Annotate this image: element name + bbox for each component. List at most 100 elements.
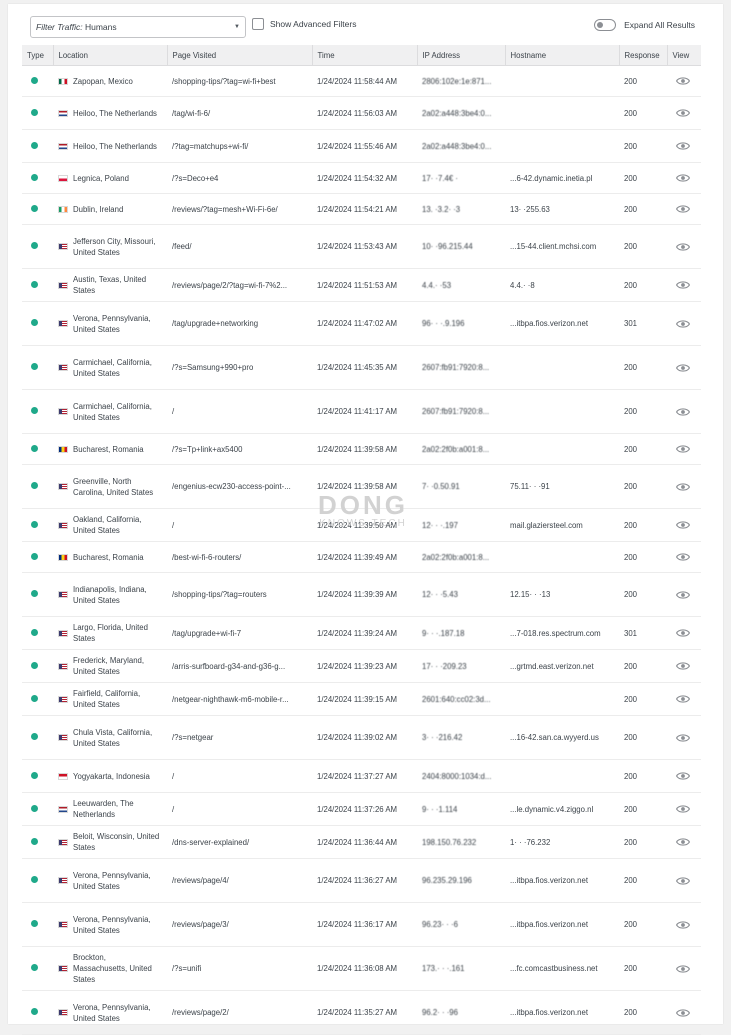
view-cell[interactable] — [667, 902, 701, 947]
eye-icon[interactable] — [676, 482, 690, 492]
traffic-filter-select[interactable]: Filter Traffic: Humans ▼ — [30, 16, 246, 38]
view-cell[interactable] — [667, 946, 701, 991]
page-cell[interactable]: / — [167, 759, 312, 793]
eye-icon[interactable] — [676, 108, 690, 118]
eye-icon[interactable] — [676, 837, 690, 847]
eye-icon[interactable] — [676, 628, 690, 638]
view-cell[interactable] — [667, 541, 701, 573]
eye-icon[interactable] — [676, 319, 690, 329]
view-cell[interactable] — [667, 268, 701, 302]
eye-icon[interactable] — [676, 1008, 690, 1018]
view-cell[interactable] — [667, 759, 701, 793]
page-cell[interactable]: /tag/upgrade+wi-fi-7 — [167, 616, 312, 650]
view-cell[interactable] — [667, 301, 701, 346]
page-cell[interactable]: /?s=netgear — [167, 715, 312, 760]
eye-icon[interactable] — [676, 444, 690, 454]
eye-icon[interactable] — [676, 661, 690, 671]
page-cell[interactable]: /engenius-ecw230-access-point-... — [167, 464, 312, 509]
page-cell[interactable]: /reviews/?tag=mesh+Wi-Fi-6e/ — [167, 193, 312, 225]
view-cell[interactable] — [667, 616, 701, 650]
eye-icon[interactable] — [676, 173, 690, 183]
page-cell[interactable]: /netgear-nighthawk-m6-mobile-r... — [167, 682, 312, 716]
eye-icon[interactable] — [676, 76, 690, 86]
eye-icon[interactable] — [676, 242, 690, 252]
page-cell[interactable]: /best-wi-fi-6-routers/ — [167, 541, 312, 573]
eye-icon[interactable] — [676, 964, 690, 974]
eye-icon[interactable] — [676, 407, 690, 417]
eye-icon[interactable] — [676, 733, 690, 743]
status-dot-icon — [31, 920, 38, 927]
view-cell[interactable] — [667, 464, 701, 509]
page-cell[interactable]: /reviews/page/4/ — [167, 858, 312, 903]
traffic-filter-value: Humans — [84, 22, 117, 32]
type-cell — [22, 389, 53, 434]
eye-icon[interactable] — [676, 204, 690, 214]
table-row: Leeuwarden, The Netherlands /1/24/2024 11… — [22, 792, 701, 826]
page-cell[interactable]: /arris-surfboard-g34-and-g36-g... — [167, 649, 312, 683]
view-cell[interactable] — [667, 193, 701, 225]
view-cell[interactable] — [667, 389, 701, 434]
page-cell[interactable]: / — [167, 508, 312, 542]
view-cell[interactable] — [667, 508, 701, 542]
view-cell[interactable] — [667, 345, 701, 390]
page-cell[interactable]: / — [167, 389, 312, 434]
expand-all-toggle[interactable]: Expand All Results — [594, 19, 695, 31]
page-cell[interactable]: /shopping-tips/?tag=wi-fi+best — [167, 65, 312, 97]
view-cell[interactable] — [667, 162, 701, 194]
col-header-time[interactable]: Time — [312, 45, 418, 66]
status-dot-icon — [31, 733, 38, 740]
page-cell[interactable]: /?s=Tp+link+ax5400 — [167, 433, 312, 465]
page-cell[interactable]: /reviews/page/3/ — [167, 902, 312, 947]
page-cell[interactable]: /feed/ — [167, 224, 312, 269]
eye-icon[interactable] — [676, 141, 690, 151]
eye-icon[interactable] — [676, 363, 690, 373]
expand-all-switch[interactable] — [594, 19, 617, 31]
page-cell[interactable]: /tag/upgrade+networking — [167, 301, 312, 346]
view-cell[interactable] — [667, 825, 701, 859]
page-cell[interactable]: / — [167, 792, 312, 826]
page-cell[interactable]: /reviews/page/2/?tag=wi-fi-7%2... — [167, 268, 312, 302]
col-header-page[interactable]: Page Visited — [167, 45, 313, 66]
location-cell: Greenville, North Carolina, United State… — [53, 464, 167, 509]
view-cell[interactable] — [667, 715, 701, 760]
page-cell[interactable]: /?s=Samsung+990+pro — [167, 345, 312, 390]
col-header-response[interactable]: Response — [619, 45, 668, 66]
eye-icon[interactable] — [676, 804, 690, 814]
page-cell[interactable]: /?tag=matchups+wi-fi/ — [167, 129, 312, 163]
eye-icon[interactable] — [676, 694, 690, 704]
view-cell[interactable] — [667, 129, 701, 163]
view-cell[interactable] — [667, 572, 701, 617]
view-cell[interactable] — [667, 792, 701, 826]
advanced-filters-checkbox[interactable] — [252, 18, 264, 30]
page-cell[interactable]: /tag/wi-fi-6/ — [167, 96, 312, 130]
page-cell[interactable]: /reviews/page/2/ — [167, 990, 312, 1035]
view-cell[interactable] — [667, 96, 701, 130]
hostname-cell: ...grtmd.east.verizon.net — [505, 649, 619, 683]
view-cell[interactable] — [667, 682, 701, 716]
eye-icon[interactable] — [676, 280, 690, 290]
eye-icon[interactable] — [676, 590, 690, 600]
page-cell[interactable]: /?s=unifi — [167, 946, 312, 991]
eye-icon[interactable] — [676, 876, 690, 886]
response-cell: 200 — [619, 65, 667, 97]
page-cell[interactable]: /dns-server-explained/ — [167, 825, 312, 859]
view-cell[interactable] — [667, 433, 701, 465]
advanced-filters-toggle[interactable]: Show Advanced Filters — [252, 17, 356, 31]
eye-icon[interactable] — [676, 920, 690, 930]
view-cell[interactable] — [667, 858, 701, 903]
view-cell[interactable] — [667, 990, 701, 1035]
time-cell: 1/24/2024 11:36:17 AM — [312, 902, 417, 947]
view-cell[interactable] — [667, 224, 701, 269]
view-cell[interactable] — [667, 649, 701, 683]
col-header-ip[interactable]: IP Address — [417, 45, 506, 66]
col-header-hostname[interactable]: Hostname — [505, 45, 620, 66]
page-cell[interactable]: /shopping-tips/?tag=routers — [167, 572, 312, 617]
col-header-location[interactable]: Location — [53, 45, 168, 66]
eye-icon[interactable] — [676, 520, 690, 530]
eye-icon[interactable] — [676, 552, 690, 562]
view-cell[interactable] — [667, 65, 701, 97]
eye-icon[interactable] — [676, 771, 690, 781]
table-row: Oakland, California, United States /1/24/… — [22, 508, 701, 542]
page-cell[interactable]: /?s=Deco+e4 — [167, 162, 312, 194]
col-header-type[interactable]: Type — [22, 45, 54, 66]
